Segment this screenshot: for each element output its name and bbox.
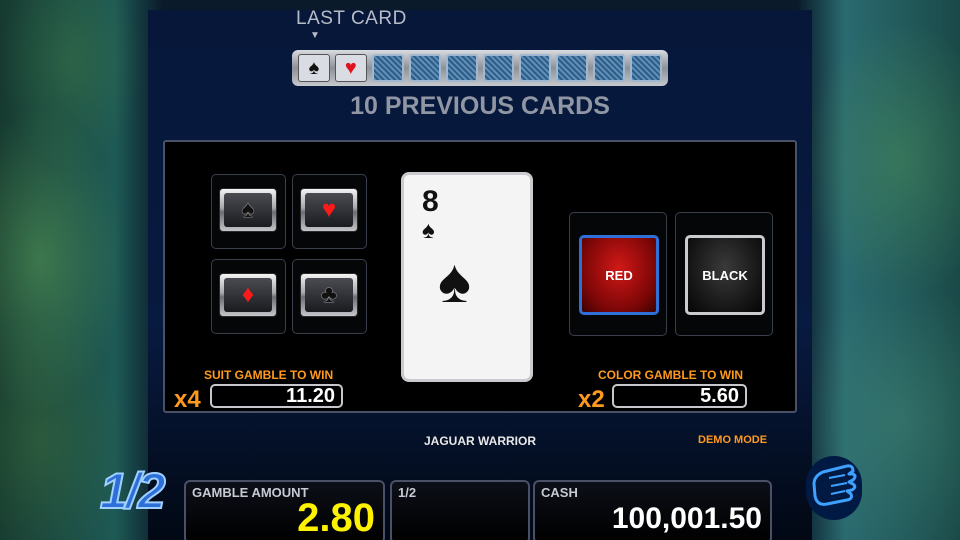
heart-suit-button[interactable]: ♥ (300, 188, 358, 232)
gamble-amount-box: GAMBLE AMOUNT 2.80 (184, 480, 385, 540)
color-gamble-value: 5.60 (612, 384, 747, 408)
cash-value: 100,001.50 (611, 502, 762, 535)
game-title: JAGUAR WARRIOR (423, 434, 536, 448)
suit-cell-heart: ♥ (292, 174, 367, 249)
spade-icon: ♠ (308, 57, 320, 79)
spade-suit-button[interactable]: ♠ (219, 188, 277, 232)
suit-gamble-value: 11.20 (210, 384, 343, 408)
cash-label: CASH (541, 485, 578, 500)
gamble-step-indicator: 1/2 (99, 462, 166, 520)
last-card-arrow-icon: ▼ (310, 30, 320, 41)
history-card: ♠ (298, 54, 330, 82)
previous-cards-label: 10 PREVIOUS CARDS (350, 92, 610, 120)
history-card-back (445, 54, 478, 82)
suit-cell-spade: ♠ (211, 174, 286, 249)
heart-icon: ♥ (305, 193, 353, 227)
diamond-icon: ♦ (224, 278, 272, 312)
color-gamble-multiplier: x2 (578, 386, 605, 413)
history-card: ♥ (334, 54, 367, 82)
history-card-back (482, 54, 515, 82)
history-card-back (408, 54, 441, 82)
black-cell: BLACK (675, 212, 773, 336)
card-history-strip: ♠ ♥ (292, 50, 668, 86)
suit-cell-club: ♣ (292, 259, 367, 334)
suit-gamble-label: SUIT GAMBLE TO WIN (204, 368, 334, 382)
history-card-back (593, 54, 626, 82)
cash-box: CASH 100,001.50 (533, 480, 772, 540)
gamble-amount-value: 2.80 (297, 496, 375, 540)
diamond-suit-button[interactable]: ♦ (219, 273, 277, 317)
spade-icon: ♠ (422, 217, 435, 244)
history-card-back (556, 54, 589, 82)
red-button[interactable]: RED (579, 235, 659, 315)
history-card-back (630, 54, 663, 82)
gamble-step-label: 1/2 (398, 485, 417, 500)
color-gamble-label: COLOR GAMBLE TO WIN (598, 368, 744, 382)
history-card-back (519, 54, 552, 82)
club-suit-button[interactable]: ♣ (300, 273, 358, 317)
gamble-step-box: 1/2 (390, 480, 530, 540)
red-cell: RED (569, 212, 667, 336)
history-card-back (371, 54, 404, 82)
card-rank: 8 (422, 185, 439, 218)
suit-gamble-multiplier: x4 (174, 386, 201, 413)
last-card-label: LAST CARD (296, 8, 407, 29)
suit-cell-diamond: ♦ (211, 259, 286, 334)
collect-hand-button[interactable] (806, 456, 862, 520)
hand-icon (812, 464, 857, 506)
spade-icon: ♠ (224, 193, 272, 227)
heart-icon: ♥ (344, 57, 357, 79)
club-icon: ♣ (305, 278, 353, 312)
gamble-amount-label: GAMBLE AMOUNT (192, 485, 309, 500)
black-button[interactable]: BLACK (685, 235, 765, 315)
current-card: 8 ♠ ♠ (401, 172, 533, 382)
spade-icon: ♠ (438, 247, 471, 316)
demo-mode-label: DEMO MODE (698, 434, 768, 446)
